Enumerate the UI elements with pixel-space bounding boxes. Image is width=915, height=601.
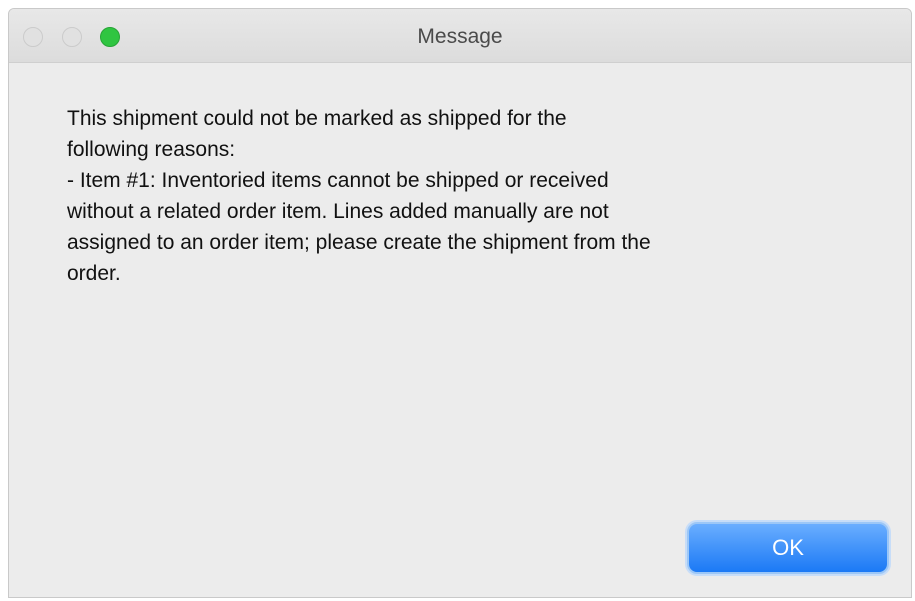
message-text: This shipment could not be marked as shi…	[67, 107, 651, 285]
title-bar[interactable]: Message	[9, 9, 911, 63]
ok-button[interactable]: OK	[687, 522, 889, 574]
message-dialog-window: Message This shipment could not be marke…	[8, 8, 912, 598]
window-title: Message	[417, 25, 503, 48]
